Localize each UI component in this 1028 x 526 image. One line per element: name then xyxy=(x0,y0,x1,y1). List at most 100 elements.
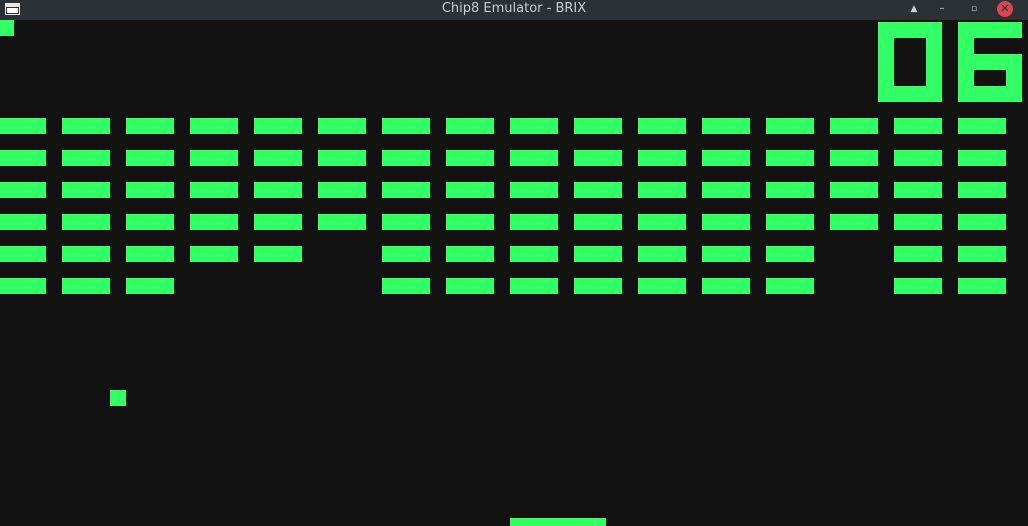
brick xyxy=(510,246,558,262)
brick xyxy=(0,214,46,230)
maximize-button[interactable]: ▫ xyxy=(964,0,984,18)
brick xyxy=(0,118,46,134)
game-screen[interactable] xyxy=(0,20,1028,526)
brick xyxy=(830,150,878,166)
brick xyxy=(318,214,366,230)
brick xyxy=(766,214,814,230)
brick xyxy=(702,246,750,262)
score-digit-pixel xyxy=(1006,86,1022,102)
brick xyxy=(126,182,174,198)
score-digit-pixel xyxy=(1006,54,1022,70)
window-title: Chip8 Emulator - BRIX xyxy=(441,1,587,16)
brick xyxy=(958,246,1006,262)
score-digit-pixel xyxy=(958,38,974,54)
life-indicator xyxy=(0,20,14,36)
score-digit-pixel xyxy=(926,54,942,70)
score-digit-pixel xyxy=(910,86,926,102)
brick xyxy=(446,118,494,134)
brick xyxy=(702,150,750,166)
paddle[interactable] xyxy=(510,518,606,526)
brick xyxy=(446,246,494,262)
score-digit-pixel xyxy=(894,22,910,38)
brick xyxy=(574,214,622,230)
brick xyxy=(510,118,558,134)
brick xyxy=(0,150,46,166)
score-digit-pixel xyxy=(878,86,894,102)
ball xyxy=(110,390,126,406)
brick xyxy=(126,246,174,262)
score-digit-pixel xyxy=(974,54,990,70)
brick xyxy=(638,214,686,230)
brick xyxy=(382,182,430,198)
brick xyxy=(702,118,750,134)
brick xyxy=(894,246,942,262)
brick xyxy=(958,150,1006,166)
score-digit-pixel xyxy=(878,70,894,86)
minimize-button[interactable]: – xyxy=(932,0,952,18)
brick xyxy=(382,118,430,134)
score-digit-pixel xyxy=(958,22,974,38)
brick xyxy=(574,246,622,262)
brick xyxy=(766,118,814,134)
brick xyxy=(894,182,942,198)
brick xyxy=(126,278,174,294)
brick xyxy=(894,118,942,134)
brick xyxy=(318,118,366,134)
score-digit-pixel xyxy=(990,86,1006,102)
brick xyxy=(190,150,238,166)
brick xyxy=(382,278,430,294)
brick xyxy=(382,246,430,262)
brick xyxy=(958,182,1006,198)
score-digit-pixel xyxy=(878,54,894,70)
brick xyxy=(702,278,750,294)
brick xyxy=(254,246,302,262)
brick xyxy=(126,118,174,134)
brick xyxy=(0,278,46,294)
brick xyxy=(830,182,878,198)
brick xyxy=(190,118,238,134)
brick xyxy=(702,214,750,230)
brick xyxy=(126,150,174,166)
brick xyxy=(318,150,366,166)
score-digit-pixel xyxy=(926,86,942,102)
brick xyxy=(62,214,110,230)
brick xyxy=(382,214,430,230)
score-digit-pixel xyxy=(958,86,974,102)
brick xyxy=(126,214,174,230)
brick xyxy=(766,182,814,198)
brick xyxy=(766,278,814,294)
score-digit-pixel xyxy=(1006,70,1022,86)
score-digit-pixel xyxy=(878,38,894,54)
brick xyxy=(254,214,302,230)
brick xyxy=(830,118,878,134)
brick xyxy=(510,278,558,294)
brick xyxy=(62,246,110,262)
brick xyxy=(382,150,430,166)
brick xyxy=(574,150,622,166)
brick xyxy=(638,118,686,134)
brick xyxy=(446,278,494,294)
brick xyxy=(510,182,558,198)
brick xyxy=(894,150,942,166)
brick xyxy=(958,118,1006,134)
brick xyxy=(510,214,558,230)
brick xyxy=(190,214,238,230)
brick xyxy=(574,182,622,198)
title-bar[interactable]: Chip8 Emulator - BRIX ▲ – ▫ ✕ xyxy=(0,0,1028,20)
brick xyxy=(830,214,878,230)
brick xyxy=(254,118,302,134)
score-digit-pixel xyxy=(878,22,894,38)
brick xyxy=(318,182,366,198)
brick xyxy=(446,150,494,166)
brick xyxy=(766,150,814,166)
score-digit-pixel xyxy=(974,86,990,102)
keep-above-button[interactable]: ▲ xyxy=(904,0,924,18)
brick xyxy=(766,246,814,262)
score-digit-pixel xyxy=(958,54,974,70)
brick xyxy=(958,214,1006,230)
score-digit-pixel xyxy=(990,54,1006,70)
brick xyxy=(638,150,686,166)
brick xyxy=(254,150,302,166)
close-button[interactable]: ✕ xyxy=(997,1,1013,17)
brick xyxy=(62,278,110,294)
